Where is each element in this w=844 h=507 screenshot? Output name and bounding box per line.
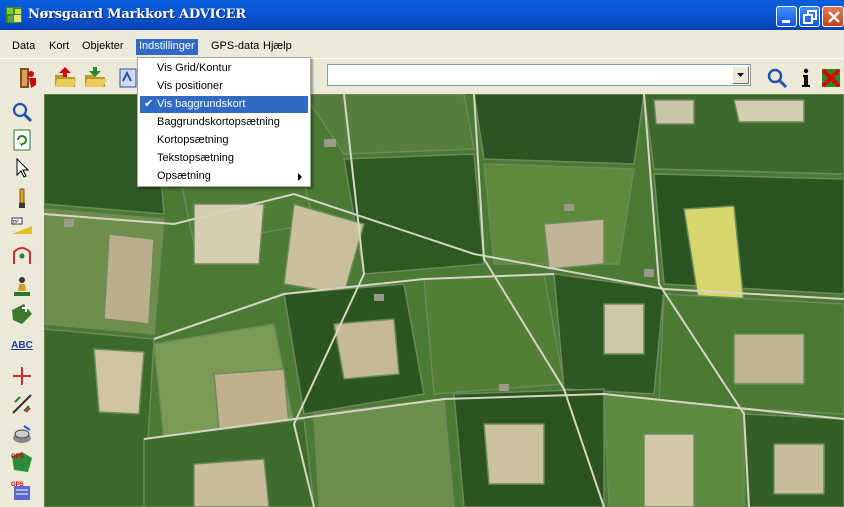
menu-kort[interactable]: Kort (46, 39, 72, 55)
open-folder-icon[interactable] (53, 65, 79, 91)
menu-bar: Data Kort Objekter Indstillinger GPS-dat… (0, 38, 844, 56)
svg-text:GPS: GPS (11, 482, 24, 488)
menu-item-kortopsaetning[interactable]: Kortopsætning (140, 132, 308, 149)
gps-data-icon[interactable]: GPS (10, 478, 34, 502)
restore-icon (803, 10, 817, 24)
menu-item-label: Vis Grid/Kontur (157, 62, 232, 74)
exit-icon[interactable] (14, 65, 40, 91)
menu-objekter[interactable]: Objekter (79, 39, 127, 55)
minimize-icon (782, 20, 790, 23)
indstillinger-menu: Vis Grid/Kontur Vis positioner ✔ Vis bag… (137, 57, 311, 187)
window-title: Nørsgaard Markkort ADVICER (28, 7, 247, 22)
save-folder-icon[interactable] (83, 65, 109, 91)
menu-data[interactable]: Data (9, 39, 38, 55)
menu-gps-data[interactable]: GPS-data (208, 39, 262, 55)
close-icon (828, 11, 840, 23)
zoom-icon[interactable] (10, 100, 34, 124)
menu-item-label: Kortopsætning (157, 134, 229, 146)
marker-pin-icon[interactable] (10, 186, 34, 210)
text-abc-icon[interactable]: ABC (10, 334, 34, 358)
menu-item-baggrundskortopsaetning[interactable]: Baggrundskortopsætning (140, 114, 308, 131)
app-window: Nørsgaard Markkort ADVICER Data Kort Obj… (0, 0, 844, 507)
menu-indstillinger[interactable]: Indstillinger (136, 39, 198, 55)
zoom-search-icon[interactable] (764, 65, 790, 91)
minimize-button[interactable] (776, 6, 797, 27)
close-button[interactable] (822, 6, 844, 27)
chevron-down-icon (737, 73, 744, 77)
route-icon[interactable] (10, 244, 34, 268)
menu-item-label: Tekstopsætning (157, 152, 235, 164)
refresh-icon[interactable] (10, 128, 34, 152)
person-icon[interactable] (10, 274, 34, 298)
menu-item-vis-baggrundskort[interactable]: ✔ Vis baggrundskort (140, 96, 308, 113)
menu-item-label: Vis baggrundskort (157, 98, 246, 110)
title-bar[interactable]: Nørsgaard Markkort ADVICER (0, 0, 844, 30)
search-combobox[interactable] (327, 64, 751, 86)
delete-icon[interactable] (818, 65, 844, 91)
info-icon[interactable] (793, 65, 819, 91)
combobox-dropdown-button[interactable] (732, 66, 749, 84)
menu-item-label: Vis positioner (157, 80, 223, 92)
field-add-icon[interactable] (10, 302, 34, 326)
svg-text:GPS: GPS (11, 454, 24, 460)
menu-item-label: Baggrundskortopsætning (157, 116, 280, 128)
app-icon (6, 7, 22, 23)
measure-area-icon[interactable]: m² (10, 214, 34, 238)
menu-item-opsaetning[interactable]: Opsætning (140, 168, 308, 185)
menu-hjaelp[interactable]: Hjælp (260, 39, 295, 55)
menu-item-vis-positioner[interactable]: Vis positioner (140, 78, 308, 95)
crosshair-icon[interactable] (10, 364, 34, 388)
svg-text:m²: m² (13, 219, 19, 225)
gps-map-icon[interactable]: GPS (10, 450, 34, 474)
submenu-arrow-icon (298, 173, 302, 181)
split-icon[interactable] (10, 392, 34, 416)
menu-item-tekstopsaetning[interactable]: Tekstopsætning (140, 150, 308, 167)
restore-button[interactable] (799, 6, 820, 27)
checkmark-icon: ✔ (144, 98, 154, 110)
left-toolbar: m² ABC GPS GPS (0, 94, 44, 507)
layers-icon[interactable] (118, 65, 138, 91)
pointer-icon[interactable] (10, 156, 34, 180)
gps-receiver-icon[interactable] (10, 422, 34, 446)
menu-item-label: Opsætning (157, 170, 211, 182)
menu-item-vis-grid-kontur[interactable]: Vis Grid/Kontur (140, 60, 308, 77)
